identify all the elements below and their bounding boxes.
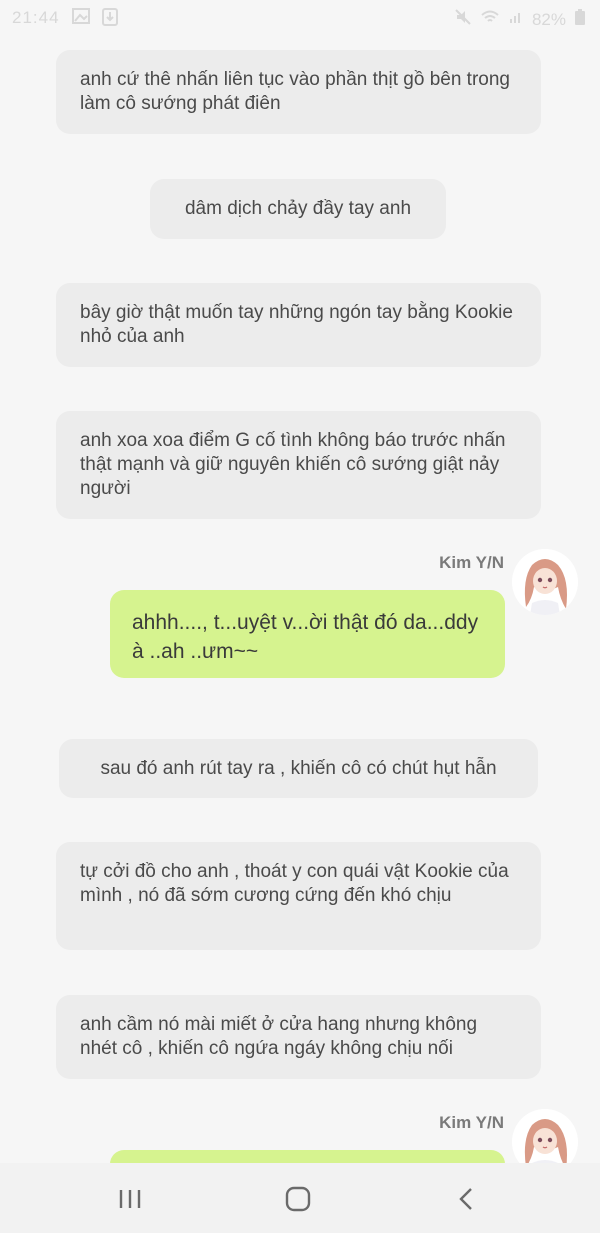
narration-text: anh cầm nó mài miết ở cửa hang nhưng khô… [80, 1014, 478, 1059]
narration-text: sau đó anh rút tay ra , khiến cô có chút… [100, 757, 497, 779]
navigation-bar [0, 1163, 600, 1233]
mute-icon [454, 8, 472, 31]
back-icon [459, 1188, 472, 1210]
recent-apps-icon [119, 1190, 141, 1208]
back-button[interactable] [446, 1181, 486, 1217]
status-right: 82% [454, 8, 586, 31]
home-icon [285, 1186, 311, 1212]
battery-text: 82% [531, 9, 566, 29]
narration-text: bây giờ thật muốn tay những ngón tay bằn… [80, 302, 513, 347]
status-bar: 21:44 82% [0, 0, 600, 36]
narration-bubble: anh cứ thê nhấn liên tục vào phần thịt g… [56, 50, 541, 134]
narration-text: anh cứ thê nhấn liên tục vào phần thịt g… [80, 69, 510, 114]
speaker-name: Kim Y/N [439, 553, 504, 572]
home-button[interactable] [278, 1181, 318, 1217]
narration-bubble: dâm dịch chảy đầy tay anh [150, 179, 446, 239]
narration-bubble: anh cầm nó mài miết ở cửa hang nhưng khô… [56, 995, 541, 1079]
speech-bubble: ahhh...., t...uyệt v...ời thật đó da...d… [110, 590, 505, 678]
status-time: 21:44 [12, 8, 60, 27]
narration-bubble: bây giờ thật muốn tay những ngón tay bằn… [56, 283, 541, 367]
narration-bubble: tự cởi đồ cho anh , thoát y con quái vật… [56, 842, 541, 950]
battery-icon [574, 8, 586, 31]
wifi-icon [480, 9, 500, 30]
narration-text: anh xoa xoa điểm G cố tình không báo trư… [80, 430, 506, 499]
narration-text: tự cởi đồ cho anh , thoát y con quái vật… [80, 861, 509, 906]
avatar-illustration [512, 549, 578, 615]
signal-icon [508, 9, 524, 30]
gallery-notification-icon [72, 8, 90, 29]
download-notification-icon [102, 8, 118, 31]
speech-text: ahhh...., t...uyệt v...ời thật đó da...d… [132, 611, 479, 663]
recent-apps-button[interactable] [110, 1181, 150, 1217]
avatar[interactable] [512, 549, 578, 615]
narration-bubble: sau đó anh rút tay ra , khiến cô có chút… [59, 739, 538, 798]
narration-text: dâm dịch chảy đầy tay anh [184, 198, 412, 219]
narration-bubble: anh xoa xoa điểm G cố tình không báo trư… [56, 411, 541, 519]
speaker-name: Kim Y/N [439, 1113, 504, 1132]
